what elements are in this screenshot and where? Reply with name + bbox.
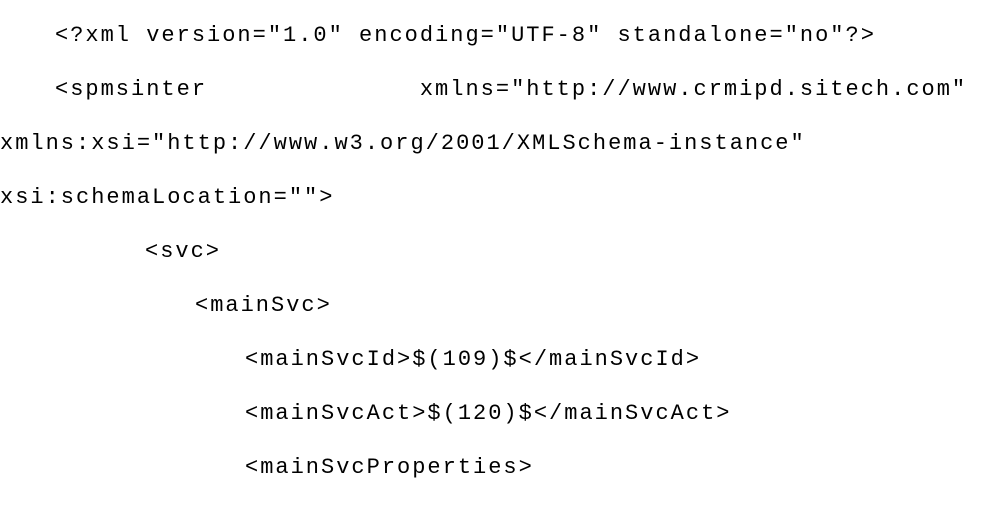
- xml-declaration: <?xml version="1.0" encoding="UTF-8" sta…: [0, 25, 1000, 47]
- schema-location: xsi:schemaLocation="">: [0, 187, 1000, 209]
- mainsvcid: <mainSvcId>$(109)$</mainSvcId>: [0, 349, 1000, 371]
- mainsvcact: <mainSvcAct>$(120)$</mainSvcAct>: [0, 403, 1000, 425]
- mainsvcproperties: <mainSvcProperties>: [0, 457, 1000, 479]
- mainsvc-open: <mainSvc>: [0, 295, 1000, 317]
- xmlns-xsi: xmlns:xsi="http://www.w3.org/2001/XMLSch…: [0, 133, 1000, 155]
- spmsinter-open: <spmsinter xmlns="http://www.crmipd.site…: [0, 79, 1000, 101]
- svc-open: <svc>: [0, 241, 1000, 263]
